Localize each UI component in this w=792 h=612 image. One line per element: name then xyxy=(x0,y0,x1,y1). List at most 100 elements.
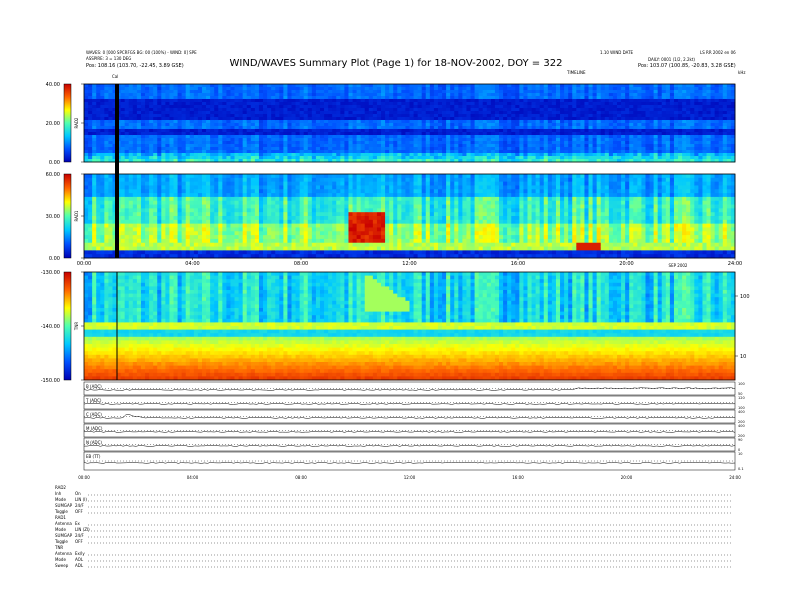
heatmap-cell xyxy=(218,108,223,112)
heatmap-cell xyxy=(283,108,288,112)
heatmap-cell xyxy=(539,108,545,112)
heatmap-cell xyxy=(250,153,256,157)
heatmap-cell xyxy=(230,250,235,255)
heatmap-cell xyxy=(145,174,150,179)
heatmap-cell xyxy=(706,84,711,88)
heatmap-cell xyxy=(319,144,325,148)
heatmap-cell xyxy=(490,153,496,157)
heatmap-cell xyxy=(661,138,667,142)
heatmap-cell xyxy=(547,126,553,130)
heatmap-cell xyxy=(295,117,301,121)
heatmap-cell xyxy=(405,90,410,94)
heatmap-cell xyxy=(197,84,203,88)
heatmap-cell xyxy=(702,114,707,118)
heatmap-cell xyxy=(576,105,581,109)
heatmap-cell xyxy=(474,135,480,139)
heatmap-cell xyxy=(531,141,537,145)
heatmap-cell xyxy=(661,105,667,109)
heatmap-cell xyxy=(254,141,260,145)
heatmap-cell xyxy=(722,141,728,145)
heatmap-cell xyxy=(206,93,211,97)
heatmap-cell xyxy=(657,120,663,124)
heatmap-cell xyxy=(226,87,231,91)
heatmap-cell xyxy=(218,219,223,225)
heatmap-cell xyxy=(531,90,537,94)
heatmap-cell xyxy=(218,212,223,217)
heatmap-cell xyxy=(437,150,443,154)
heatmap-cell xyxy=(678,129,683,133)
heatmap-cell xyxy=(690,102,695,106)
heatmap-cell xyxy=(120,181,126,186)
heatmap-cell xyxy=(637,126,642,130)
heatmap-cell xyxy=(596,108,602,112)
heatmap-cell xyxy=(352,150,358,154)
heatmap-cell xyxy=(100,138,105,142)
heatmap-cell xyxy=(466,147,471,151)
heatmap-cell xyxy=(568,135,573,139)
heatmap-cell xyxy=(149,84,154,88)
heatmap-cell xyxy=(250,141,256,145)
heatmap-cell xyxy=(682,105,687,109)
heatmap-cell xyxy=(653,93,659,97)
heatmap-cell xyxy=(401,153,406,157)
heatmap-cell xyxy=(368,105,374,109)
heatmap-cell xyxy=(547,102,553,106)
heatmap-cell xyxy=(267,87,272,91)
heatmap-cell xyxy=(315,141,321,145)
heatmap-cell xyxy=(474,93,480,97)
heatmap-cell xyxy=(104,238,109,244)
heatmap-cell xyxy=(283,114,288,118)
heatmap-cell xyxy=(132,117,138,121)
heatmap-cell xyxy=(299,117,305,121)
heatmap-cell xyxy=(592,93,598,97)
heatmap-cell xyxy=(222,93,227,97)
heatmap-cell xyxy=(230,200,235,205)
heatmap-cell xyxy=(621,126,626,130)
heatmap-cell xyxy=(153,129,158,133)
heatmap-cell xyxy=(177,216,183,221)
heatmap-cell xyxy=(555,105,561,109)
heatmap-cell xyxy=(466,99,471,103)
heatmap-cell xyxy=(653,123,659,127)
heatmap-cell xyxy=(263,147,268,151)
heatmap-cell xyxy=(547,108,553,112)
heatmap-cell xyxy=(560,141,565,145)
heatmap-cell xyxy=(641,123,646,127)
heatmap-cell xyxy=(385,153,390,157)
heatmap-cell xyxy=(92,93,97,97)
heatmap-cell xyxy=(592,117,598,121)
heatmap-cell xyxy=(454,120,459,124)
heatmap-cell xyxy=(145,90,150,94)
heatmap-cell xyxy=(210,250,215,255)
heatmap-cell xyxy=(242,132,248,136)
heatmap-cell xyxy=(222,108,227,112)
heatmap-cell xyxy=(490,141,496,145)
heatmap-cell xyxy=(88,250,93,255)
heatmap-cell xyxy=(100,235,105,240)
heatmap-cell xyxy=(165,93,170,97)
heatmap-cell xyxy=(535,138,541,142)
heatmap-cell xyxy=(124,231,130,236)
heatmap-cell xyxy=(140,189,146,194)
heatmap-cell xyxy=(258,99,264,103)
heatmap-cell xyxy=(201,105,207,109)
heatmap-cell xyxy=(230,111,235,115)
heatmap-cell xyxy=(234,90,240,94)
heatmap-cell xyxy=(319,96,325,100)
heatmap-cell xyxy=(543,105,549,109)
heatmap-cell xyxy=(669,141,675,145)
heatmap-cell xyxy=(364,144,370,148)
heatmap-cell xyxy=(580,90,585,94)
heatmap-cell xyxy=(169,227,174,232)
heatmap-cell xyxy=(617,123,622,127)
heatmap-cell xyxy=(454,141,459,145)
heatmap-cell xyxy=(389,123,394,127)
heatmap-cell xyxy=(315,96,321,100)
heatmap-cell xyxy=(222,212,227,217)
heatmap-cell xyxy=(486,144,492,148)
heatmap-cell xyxy=(157,153,162,157)
heatmap-cell xyxy=(726,117,732,121)
heatmap-cell xyxy=(376,96,382,100)
heatmap-cell xyxy=(470,99,475,103)
heatmap-cell xyxy=(531,129,537,133)
